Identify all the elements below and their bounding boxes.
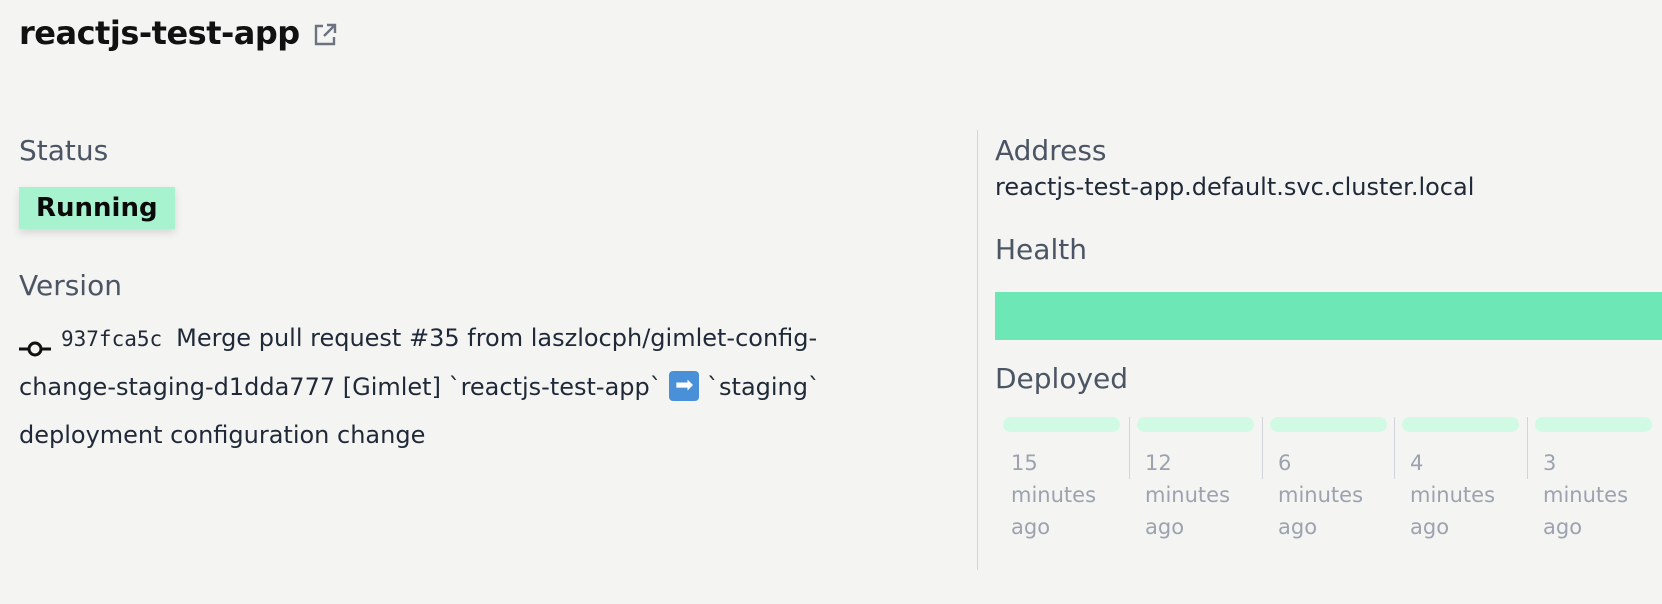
status-badge: Running: [19, 187, 175, 229]
health-label: Health: [995, 233, 1087, 266]
deploy-separator: [1262, 417, 1263, 479]
deploy-pill: [1003, 417, 1120, 432]
deploy-separator: [1129, 417, 1130, 479]
address-value: reactjs-test-app.default.svc.cluster.loc…: [995, 173, 1475, 201]
deploy-time-suffix: ago: [1011, 515, 1051, 539]
deploy-time-suffix: ago: [1278, 515, 1318, 539]
address-label: Address: [995, 134, 1107, 167]
deploy-time: 15 minutes ago: [1011, 447, 1111, 543]
deploy-pill: [1402, 417, 1519, 432]
deploy-time-unit: minutes: [1410, 483, 1496, 507]
column-divider: [977, 130, 978, 570]
deploy-time-number: 3: [1543, 451, 1557, 475]
deploy-time-suffix: ago: [1410, 515, 1450, 539]
deploy-timeline: 15 minutes ago 12 minutes ago 6 minutes …: [995, 417, 1662, 547]
deployed-label: Deployed: [995, 362, 1129, 395]
deploy-time: 3 minutes ago: [1543, 447, 1643, 543]
deploy-pill: [1270, 417, 1387, 432]
deploy-time-number: 4: [1410, 451, 1424, 475]
deploy-item[interactable]: 15 minutes ago: [995, 417, 1127, 547]
deploy-item[interactable]: 6 minutes ago: [1262, 417, 1394, 547]
git-commit-icon: [19, 327, 51, 357]
deploy-pill: [1535, 417, 1652, 432]
deploy-time-suffix: ago: [1145, 515, 1185, 539]
left-column: Status Running Version 937fca5c Merge pul…: [19, 134, 899, 459]
deploy-time-unit: minutes: [1145, 483, 1231, 507]
deploy-time: 12 minutes ago: [1145, 447, 1245, 543]
deploy-time-number: 15: [1011, 451, 1038, 475]
deploy-item[interactable]: 12 minutes ago: [1129, 417, 1261, 547]
status-label: Status: [19, 134, 109, 167]
deploy-time-unit: minutes: [1543, 483, 1629, 507]
deploy-separator: [1527, 417, 1528, 479]
right-column: Address reactjs-test-app.default.svc.clu…: [995, 134, 1662, 547]
external-link-icon[interactable]: [311, 21, 339, 49]
deploy-time-suffix: ago: [1543, 515, 1583, 539]
app-title: reactjs-test-app: [19, 14, 300, 52]
deploy-time: 6 minutes ago: [1278, 447, 1378, 543]
right-arrow-icon: ➡: [669, 371, 700, 401]
deploy-pill: [1137, 417, 1254, 432]
commit-sha[interactable]: 937fca5c: [61, 327, 162, 351]
deploy-time-number: 6: [1278, 451, 1292, 475]
health-bar: [995, 292, 1662, 340]
deploy-time-unit: minutes: [1278, 483, 1364, 507]
deploy-time: 4 minutes ago: [1410, 447, 1510, 543]
version-info: 937fca5c Merge pull request #35 from lasz…: [19, 314, 899, 459]
deploy-item[interactable]: 3 minutes ago: [1527, 417, 1659, 547]
deploy-item[interactable]: 4 minutes ago: [1394, 417, 1526, 547]
deploy-time-number: 12: [1145, 451, 1172, 475]
deploy-time-unit: minutes: [1011, 483, 1097, 507]
version-label: Version: [19, 269, 122, 302]
deploy-separator: [1394, 417, 1395, 479]
app-header: reactjs-test-app: [19, 14, 339, 52]
